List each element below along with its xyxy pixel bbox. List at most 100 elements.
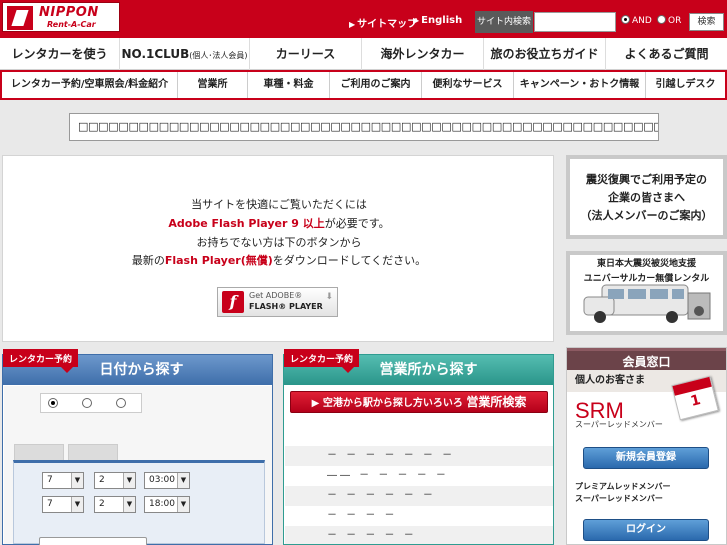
premium-line1: プレミアムレッドメンバー — [575, 482, 671, 491]
sitemap-link[interactable]: ▶ サイトマップ — [349, 15, 417, 30]
logo-mark-icon — [7, 6, 33, 30]
flash-line2: Adobe Flash Player 9 以上が必要です。 — [3, 215, 555, 231]
return-day-select[interactable]: 2 ▼ — [94, 496, 136, 513]
pickup-time-select[interactable]: 03:00 ▼ — [144, 472, 190, 489]
gnav-label: カーリース — [275, 47, 336, 61]
get-adobe-label: Get ADOBE® — [249, 291, 303, 300]
gnav-travel-guide[interactable]: 旅のお役立ちガイド — [484, 38, 606, 70]
subnav-car-types[interactable]: 車種・料金 — [248, 72, 330, 98]
subnav-campaigns[interactable]: キャンペーン・おトク情報 — [514, 72, 646, 98]
search-by-office-panel: 営業所から探す レンタカー予約 ▶ 空港から駅から探し方いろいろ 営業所検索 －… — [283, 349, 554, 545]
office-list-item[interactable]: ―― － － － － － — [285, 466, 553, 486]
sub-nav: レンタカー予約/空車照会/料金紹介 営業所 車種・料金 ご利用のご案内 便利なサ… — [0, 70, 727, 100]
office-list-item[interactable]: － － － － － － — [285, 486, 553, 506]
dropdown-arrow-icon: ▼ — [71, 473, 83, 488]
date-select-box: 7 ▼ 2 ▼ 03:00 ▼ 7 ▼ 2 ▼ 18:00 ▼ — [13, 460, 265, 544]
flash-version: Adobe Flash Player 9 以上 — [168, 217, 325, 230]
search-input[interactable] — [534, 12, 616, 32]
dropdown-arrow-icon: ▼ — [177, 497, 189, 512]
flash-line4-pre: 最新の — [131, 254, 165, 267]
welfare-van-image — [583, 284, 711, 323]
logo-name: NIPPON — [39, 5, 99, 20]
gnav-small-label: (個人･法人会員) — [189, 51, 248, 60]
gnav-car-lease[interactable]: カーリース — [250, 38, 362, 70]
dropdown-arrow-icon: ▼ — [177, 473, 189, 488]
return-day-value: 2 — [99, 499, 105, 509]
pickup-time-value: 03:00 — [149, 475, 175, 485]
search-and-radio[interactable]: AND — [621, 15, 652, 26]
flash-line3: お持ちでない方は下のボタンから — [196, 236, 362, 249]
dropdown-arrow-icon: ▼ — [123, 497, 135, 512]
dropdown-arrow-icon: ▼ — [71, 497, 83, 512]
radio-icon — [657, 15, 666, 24]
pickup-month-value: 7 — [47, 475, 53, 485]
flash-player-label: FLASH® PLAYER — [249, 302, 323, 311]
gnav-label: 旅のお役立ちガイド — [490, 47, 599, 61]
office-list-item[interactable]: － － － － － — [285, 526, 553, 544]
location-input[interactable] — [39, 537, 147, 545]
flash-required-message: 当サイトを快適にご覧いただくには Adobe Flash Player 9 以上… — [2, 155, 554, 342]
office-list-item[interactable]: － － － － － － － — [285, 446, 553, 466]
subnav-reservation[interactable]: レンタカー予約/空車照会/料金紹介 — [2, 72, 178, 98]
return-month-select[interactable]: 7 ▼ — [42, 496, 84, 513]
gnav-label: よくあるご質問 — [624, 47, 709, 61]
office-list-item[interactable]: － － － － — [285, 506, 553, 526]
member-panel-title: 会員窓口 — [567, 348, 726, 370]
office-search-sub: 空港から駅から探し方いろいろ — [322, 398, 463, 409]
or-label: OR — [668, 16, 682, 26]
srm-sub-label: スーパーレッドメンバー — [575, 420, 663, 429]
and-label: AND — [632, 16, 652, 26]
return-time-select[interactable]: 18:00 ▼ — [144, 496, 190, 513]
search-by-date-panel: 日付から探す レンタカー予約 7 ▼ 2 ▼ 03:00 ▼ 7 ▼ 2 ▼ 18:00 ▼ — [2, 349, 273, 545]
global-nav: レンタカーを使う NO.1CLUB(個人･法人会員) カーリース 海外レンタカー… — [0, 38, 727, 70]
gnav-use-rentacar[interactable]: レンタカーを使う — [0, 38, 120, 70]
nippon-rentacar-logo[interactable]: NIPPON Rent-A-Car — [2, 2, 120, 32]
new-member-register-button[interactable]: 新規会員登録 — [583, 447, 709, 469]
member-panel: 会員窓口 個人のお客さま 1 SRM スーパーレッドメンバー 新規会員登録 プレ… — [566, 347, 727, 545]
subnav-offices[interactable]: 営業所 — [178, 72, 248, 98]
arrow-right-icon: ▶ — [349, 20, 356, 29]
flash-icon: f — [222, 291, 244, 313]
return-time-value: 18:00 — [149, 499, 175, 509]
search-button[interactable]: 検索 — [689, 13, 724, 31]
date-tab-1[interactable] — [14, 444, 64, 460]
login-button[interactable]: ログイン — [583, 519, 709, 541]
get-flash-player-button[interactable]: f Get ADOBE® FLASH® PLAYER ⬇ — [217, 287, 338, 317]
flash-line4: 最新のFlash Player(無償)をダウンロードしてください。 — [3, 252, 555, 268]
vehicle-line1: 東日本大震災被災地支援 — [596, 259, 696, 269]
search-or-radio[interactable]: OR — [657, 15, 681, 26]
premium-line2: スーパーレッドメンバー — [575, 494, 663, 503]
universal-car-banner[interactable]: 東日本大震災被災地支援 ユニバーサルカー無償レンタル — [566, 251, 727, 335]
subnav-guide[interactable]: ご利用のご案内 — [330, 72, 422, 98]
date-tab-2[interactable] — [68, 444, 118, 460]
gnav-label: 海外レンタカー — [380, 47, 465, 61]
notice-banner[interactable]: □□□□□□□□□□□□□□□□□□□□□□□□□□□□□□□□□□□□□□□□… — [69, 113, 659, 141]
gnav-faq[interactable]: よくあるご質問 — [606, 38, 727, 70]
flash-line1: 当サイトを快適にご覧いただくには — [191, 198, 367, 211]
gnav-label: レンタカーを使う — [11, 47, 108, 61]
office-search-button[interactable]: ▶ 空港から駅から探し方いろいろ 営業所検索 — [290, 391, 548, 413]
dropdown-arrow-icon: ▼ — [123, 473, 135, 488]
date-panel-body: 7 ▼ 2 ▼ 03:00 ▼ 7 ▼ 2 ▼ 18:00 ▼ — [4, 386, 272, 544]
english-link[interactable]: ▶ English — [413, 15, 462, 26]
gnav-no1club[interactable]: NO.1CLUB(個人･法人会員) — [120, 38, 250, 70]
site-search: サイト内検索 AND OR 検索 — [475, 11, 725, 33]
pickup-day-select[interactable]: 2 ▼ — [94, 472, 136, 489]
subnav-services[interactable]: 便利なサービス — [422, 72, 514, 98]
office-list-item[interactable] — [285, 421, 553, 441]
rental-type-radio-1[interactable] — [48, 398, 58, 408]
gnav-overseas[interactable]: 海外レンタカー — [362, 38, 484, 70]
search-label: サイト内検索 — [475, 11, 533, 33]
arrow-right-icon: ▶ — [413, 16, 420, 25]
quake-recovery-banner[interactable]: 震災復興でご利用予定の 企業の皆さまへ （法人メンバーのご案内） — [566, 155, 727, 239]
quake-line3: （法人メンバーのご案内） — [580, 209, 713, 222]
pickup-month-select[interactable]: 7 ▼ — [42, 472, 84, 489]
rental-type-radio-3[interactable] — [116, 398, 126, 408]
radio-icon — [621, 15, 630, 24]
english-label: English — [421, 15, 463, 26]
subnav-moving-desk[interactable]: 引越しデスク — [646, 72, 725, 98]
arrow-right-icon: ▶ — [311, 398, 323, 409]
gnav-label: NO.1CLUB — [121, 47, 190, 61]
quake-line2: 企業の皆さまへ — [608, 191, 685, 204]
rental-type-radio-2[interactable] — [82, 398, 92, 408]
